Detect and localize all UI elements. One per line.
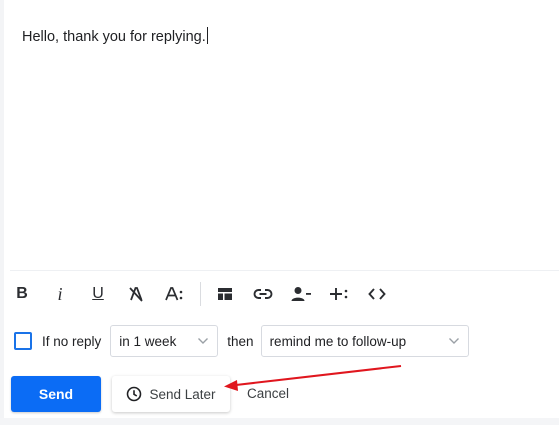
template-button[interactable] (209, 278, 241, 310)
reply-delay-value: in 1 week (119, 333, 177, 349)
if-no-reply-checkbox[interactable] (14, 332, 32, 350)
cancel-button[interactable]: Cancel (247, 386, 289, 401)
bold-button[interactable]: B (6, 278, 38, 310)
send-later-button[interactable]: Send Later (112, 376, 230, 412)
compose-edge (0, 0, 4, 418)
send-later-label: Send Later (149, 386, 216, 402)
message-body-text: Hello, thank you for replying. (22, 29, 206, 45)
clear-formatting-button[interactable] (120, 278, 152, 310)
chevron-down-icon (448, 338, 459, 344)
chevron-down-icon (198, 338, 209, 344)
clear-formatting-icon (129, 287, 143, 302)
insert-more-icon (330, 288, 348, 300)
link-icon (253, 289, 273, 299)
underline-icon: U (92, 285, 104, 302)
toolbar-divider (10, 270, 559, 271)
follow-up-reminder-row: If no reply in 1 week then remind me to … (14, 324, 469, 358)
send-button[interactable]: Send (11, 376, 101, 412)
italic-button[interactable]: i (44, 278, 76, 310)
formatting-toolbar: B i U (6, 278, 399, 310)
then-label: then (227, 333, 254, 349)
follow-up-action-value: remind me to follow-up (269, 333, 407, 349)
bold-icon: B (16, 285, 28, 302)
font-size-icon (165, 287, 183, 301)
font-size-button[interactable] (158, 278, 190, 310)
link-button[interactable] (247, 278, 279, 310)
compose-window: Hello, thank you for replying. B i U If … (0, 0, 559, 418)
text-caret (206, 27, 208, 44)
mention-person-button[interactable] (285, 278, 317, 310)
template-icon (218, 288, 232, 300)
code-icon (368, 288, 386, 300)
italic-icon: i (57, 283, 63, 304)
clock-icon (126, 386, 142, 402)
message-body-editor[interactable]: Hello, thank you for replying. (22, 27, 542, 247)
code-button[interactable] (361, 278, 393, 310)
if-no-reply-label: If no reply (42, 333, 102, 349)
follow-up-action-select[interactable]: remind me to follow-up (260, 325, 469, 357)
insert-more-button[interactable] (323, 278, 355, 310)
reply-delay-select[interactable]: in 1 week (110, 325, 219, 357)
toolbar-separator (200, 282, 201, 306)
underline-button[interactable]: U (82, 278, 114, 310)
mention-person-icon (291, 287, 311, 301)
